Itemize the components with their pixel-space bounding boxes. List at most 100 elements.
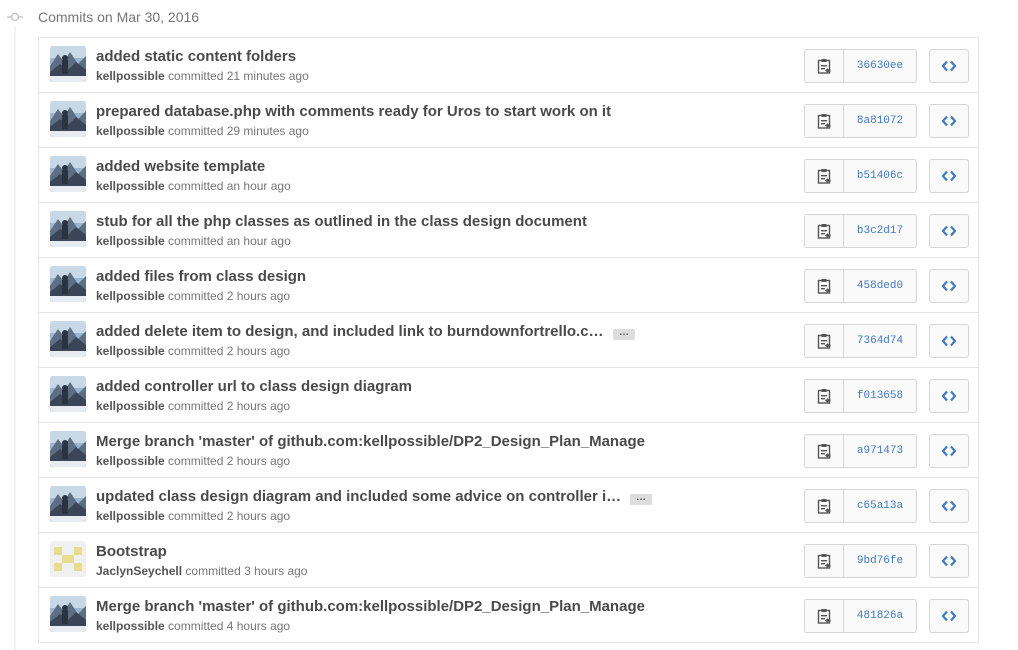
commit-sha-link[interactable]: 8a81072: [844, 105, 916, 137]
commit-title[interactable]: prepared database.php with comments read…: [96, 103, 611, 120]
commit-sha-link[interactable]: 481826a: [844, 600, 916, 632]
commit-sha-link[interactable]: f013658: [844, 380, 916, 412]
browse-files-button[interactable]: [929, 379, 969, 413]
commit-meta: kellpossible committed 2 hours ago: [96, 289, 290, 303]
commit-sha-link[interactable]: b3c2d17: [844, 215, 916, 247]
commit-row: Merge branch 'master' of github.com:kell…: [39, 423, 978, 478]
browse-files-button[interactable]: [929, 544, 969, 578]
commit-row: updated class design diagram and include…: [39, 478, 978, 533]
copy-sha-button[interactable]: [805, 325, 844, 357]
commit-time: committed 2 hours ago: [168, 399, 291, 413]
commit-meta: kellpossible committed an hour ago: [96, 234, 291, 248]
commit-row: prepared database.php with comments read…: [39, 93, 978, 148]
commit-author[interactable]: kellpossible: [96, 179, 165, 193]
code-icon: [942, 445, 956, 457]
commit-title[interactable]: updated class design diagram and include…: [96, 488, 621, 505]
code-icon: [942, 500, 956, 512]
avatar-image: [50, 541, 86, 577]
commit-meta: kellpossible committed 2 hours ago: [96, 509, 290, 523]
copy-sha-button[interactable]: [805, 160, 844, 192]
commit-title[interactable]: added delete item to design, and include…: [96, 323, 604, 340]
avatar-image: [50, 486, 86, 522]
copy-sha-button[interactable]: [805, 600, 844, 632]
commit-author[interactable]: kellpossible: [96, 124, 165, 138]
commit-title[interactable]: Merge branch 'master' of github.com:kell…: [96, 433, 645, 450]
avatar[interactable]: [50, 596, 86, 632]
commit-title[interactable]: stub for all the php classes as outlined…: [96, 213, 587, 230]
sha-button-group: b51406c: [804, 159, 917, 193]
commit-title[interactable]: added website template: [96, 158, 265, 175]
commit-time: committed 4 hours ago: [168, 619, 291, 633]
browse-files-button[interactable]: [929, 214, 969, 248]
commit-author[interactable]: kellpossible: [96, 289, 165, 303]
commit-sha-link[interactable]: 7364d74: [844, 325, 916, 357]
copy-sha-button[interactable]: [805, 380, 844, 412]
code-icon: [942, 610, 956, 622]
copy-sha-button[interactable]: [805, 215, 844, 247]
copy-sha-button[interactable]: [805, 50, 844, 82]
avatar[interactable]: [50, 266, 86, 302]
avatar[interactable]: [50, 486, 86, 522]
commit-author[interactable]: kellpossible: [96, 399, 165, 413]
copy-sha-button[interactable]: [805, 270, 844, 302]
avatar-image: [50, 101, 86, 137]
commit-row: added delete item to design, and include…: [39, 313, 978, 368]
browse-files-button[interactable]: [929, 599, 969, 633]
commit-author[interactable]: kellpossible: [96, 454, 165, 468]
sha-button-group: 9bd76fe: [804, 544, 917, 578]
commit-title[interactable]: Bootstrap: [96, 543, 167, 560]
commit-sha-link[interactable]: 9bd76fe: [844, 545, 916, 577]
commit-meta: kellpossible committed 2 hours ago: [96, 454, 290, 468]
commit-author[interactable]: kellpossible: [96, 234, 165, 248]
commit-title[interactable]: added static content folders: [96, 48, 296, 65]
commit-row: added files from class design kellpossib…: [39, 258, 978, 313]
browse-files-button[interactable]: [929, 49, 969, 83]
commit-time: committed 3 hours ago: [185, 564, 308, 578]
sha-button-group: c65a13a: [804, 489, 917, 523]
commit-title[interactable]: Merge branch 'master' of github.com:kell…: [96, 598, 645, 615]
browse-files-button[interactable]: [929, 159, 969, 193]
code-icon: [942, 60, 956, 72]
commit-sha-link[interactable]: a971473: [844, 435, 916, 467]
commit-sha-link[interactable]: 458ded0: [844, 270, 916, 302]
avatar[interactable]: [50, 541, 86, 577]
commit-author[interactable]: kellpossible: [96, 344, 165, 358]
commit-sha-link[interactable]: 36630ee: [844, 50, 916, 82]
commit-author[interactable]: kellpossible: [96, 509, 165, 523]
copy-sha-button[interactable]: [805, 545, 844, 577]
avatar-image: [50, 266, 86, 302]
commit-list: added static content folders kellpossibl…: [38, 37, 979, 643]
copy-sha-button[interactable]: [805, 105, 844, 137]
copy-sha-button[interactable]: [805, 435, 844, 467]
commit-sha-link[interactable]: c65a13a: [844, 490, 916, 522]
commit-meta: kellpossible committed 21 minutes ago: [96, 69, 309, 83]
browse-files-button[interactable]: [929, 324, 969, 358]
commit-title[interactable]: added files from class design: [96, 268, 306, 285]
expand-message-button[interactable]: …: [630, 493, 652, 505]
commit-time: committed an hour ago: [168, 179, 291, 193]
avatar[interactable]: [50, 156, 86, 192]
avatar[interactable]: [50, 211, 86, 247]
browse-files-button[interactable]: [929, 434, 969, 468]
commit-author[interactable]: kellpossible: [96, 619, 165, 633]
commit-author[interactable]: JaclynSeychell: [96, 564, 182, 578]
avatar[interactable]: [50, 101, 86, 137]
avatar-image: [50, 596, 86, 632]
commit-title[interactable]: added controller url to class design dia…: [96, 378, 412, 395]
avatar[interactable]: [50, 431, 86, 467]
sha-button-group: 458ded0: [804, 269, 917, 303]
sha-button-group: b3c2d17: [804, 214, 917, 248]
expand-message-button[interactable]: …: [613, 328, 635, 340]
code-icon: [942, 390, 956, 402]
avatar[interactable]: [50, 376, 86, 412]
browse-files-button[interactable]: [929, 104, 969, 138]
commit-meta: kellpossible committed 29 minutes ago: [96, 124, 309, 138]
commit-meta: kellpossible committed 4 hours ago: [96, 619, 290, 633]
browse-files-button[interactable]: [929, 269, 969, 303]
commit-sha-link[interactable]: b51406c: [844, 160, 916, 192]
avatar[interactable]: [50, 46, 86, 82]
avatar[interactable]: [50, 321, 86, 357]
browse-files-button[interactable]: [929, 489, 969, 523]
copy-sha-button[interactable]: [805, 490, 844, 522]
commit-author[interactable]: kellpossible: [96, 69, 165, 83]
